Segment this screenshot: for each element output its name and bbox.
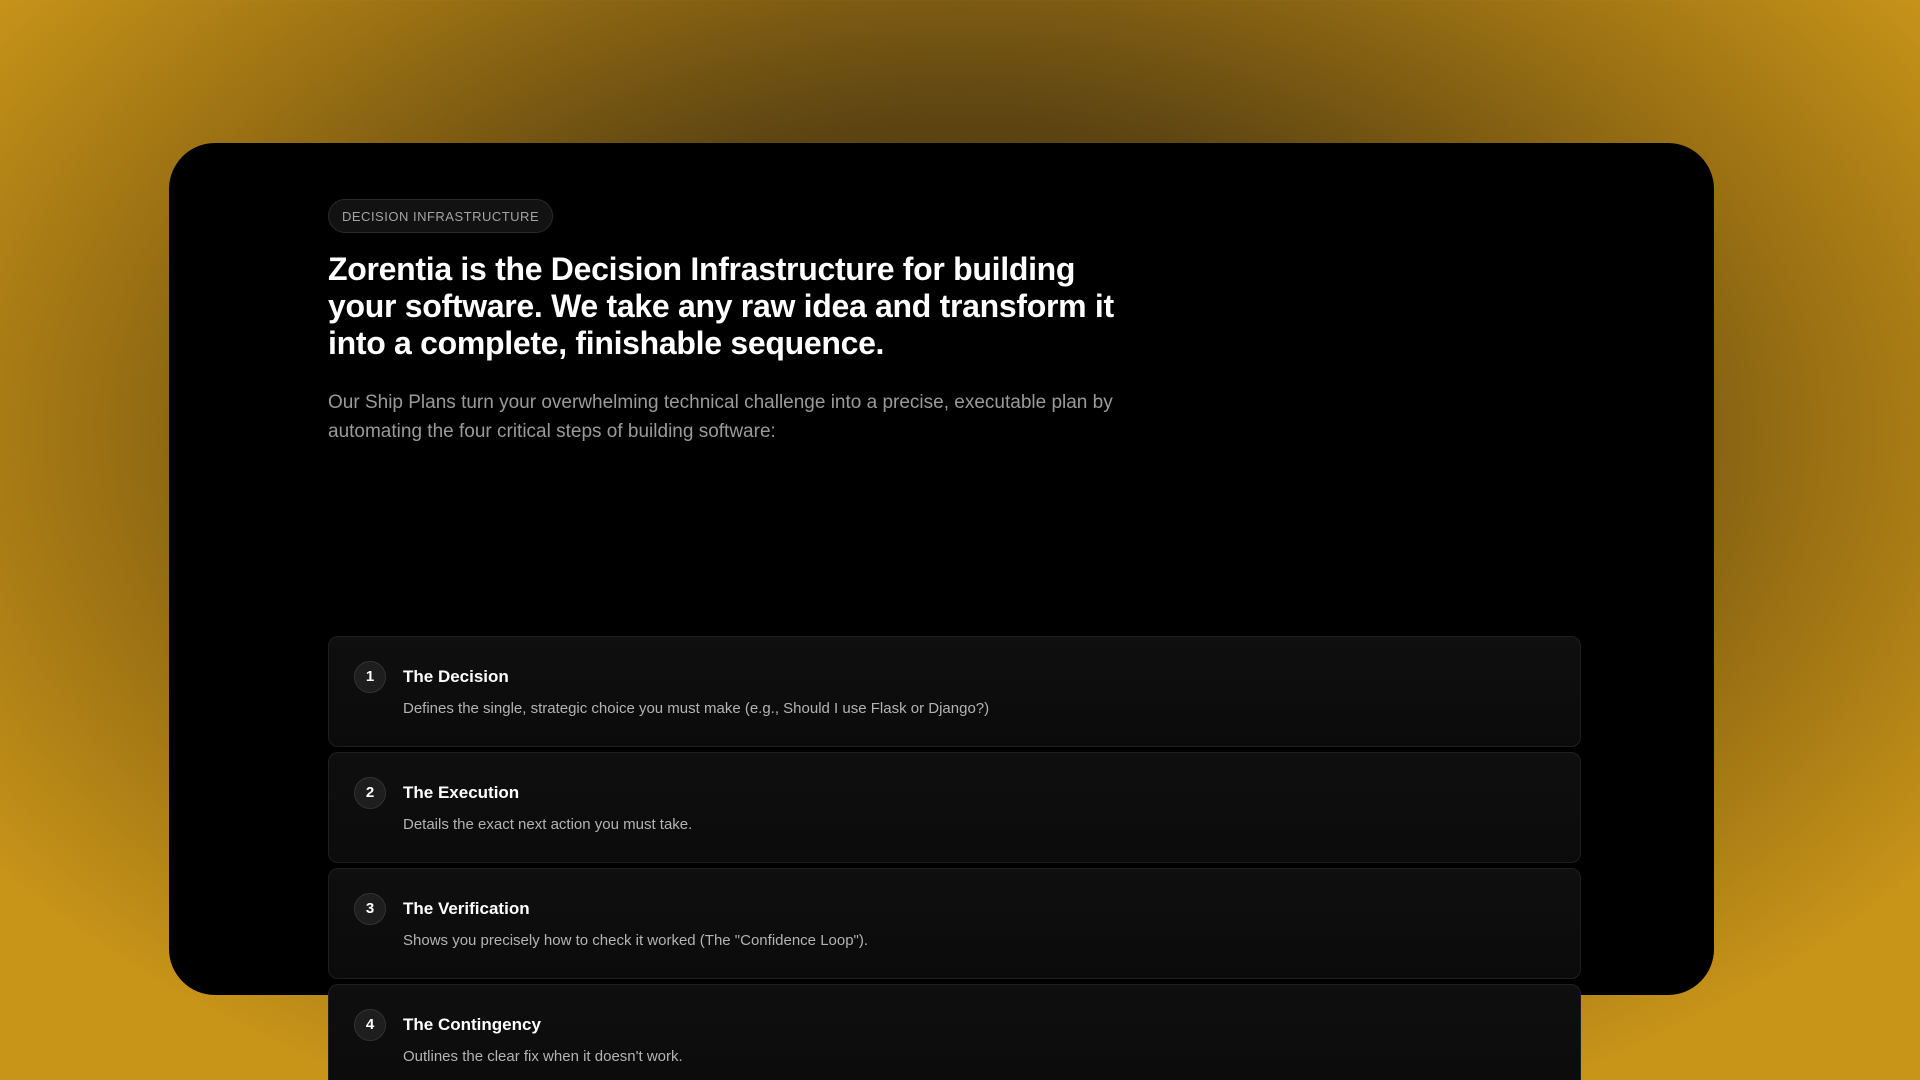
step-number-badge: 3	[354, 893, 386, 925]
step-description: Outlines the clear fix when it doesn't w…	[403, 1048, 683, 1065]
headline: Zorentia is the Decision Infrastructure …	[328, 251, 1114, 361]
step-card-contingency: 4 The Contingency Outlines the clear fix…	[328, 984, 1581, 1080]
step-description: Details the exact next action you must t…	[403, 816, 693, 833]
step-title: The Verification	[403, 899, 530, 918]
step-description: Shows you precisely how to check it work…	[403, 932, 869, 949]
step-number-badge: 4	[354, 1009, 386, 1041]
intro-paragraph: Our Ship Plans turn your overwhelming te…	[328, 392, 1113, 442]
step-number-badge: 1	[354, 661, 386, 693]
step-title: The Contingency	[403, 1015, 541, 1034]
step-card-execution: 2 The Execution Details the exact next a…	[328, 752, 1581, 863]
steps-list: 1 The Decision Defines the single, strat…	[328, 636, 1581, 1080]
step-number-badge: 2	[354, 777, 386, 809]
step-title: The Execution	[403, 783, 520, 802]
section-badge: DECISION INFRASTRUCTURE	[328, 199, 554, 233]
content-panel: DECISION INFRASTRUCTURE Zorentia is the …	[169, 143, 1714, 1080]
step-card-verification: 3 The Verification Shows you precisely h…	[328, 868, 1581, 979]
step-card-decision: 1 The Decision Defines the single, strat…	[328, 636, 1581, 747]
step-description: Defines the single, strategic choice you…	[403, 700, 990, 717]
step-title: The Decision	[403, 667, 509, 686]
content-area: DECISION INFRASTRUCTURE Zorentia is the …	[328, 199, 1581, 1080]
